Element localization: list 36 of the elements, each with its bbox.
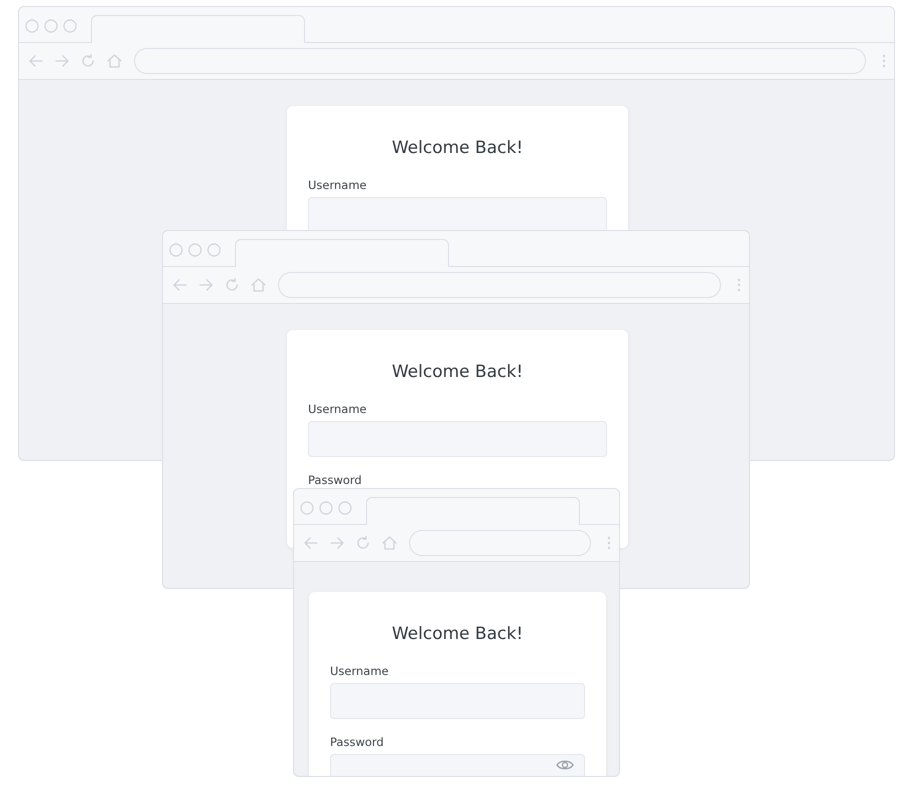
home-icon[interactable] bbox=[382, 536, 397, 550]
menu-icon[interactable] bbox=[882, 54, 886, 68]
back-arrow-icon[interactable] bbox=[29, 55, 43, 67]
window-controls-icon[interactable] bbox=[169, 243, 221, 257]
reload-icon[interactable] bbox=[356, 536, 370, 550]
reload-icon[interactable] bbox=[225, 278, 239, 292]
address-bar[interactable] bbox=[409, 530, 591, 556]
eye-icon[interactable] bbox=[556, 759, 574, 771]
window-controls-icon[interactable] bbox=[25, 19, 77, 33]
home-icon[interactable] bbox=[107, 54, 122, 68]
card-title: Welcome Back! bbox=[390, 138, 524, 158]
browser-tab[interactable] bbox=[235, 239, 449, 267]
back-arrow-icon[interactable] bbox=[173, 279, 187, 291]
forward-arrow-icon[interactable] bbox=[199, 279, 213, 291]
field-label: Username bbox=[330, 664, 389, 678]
field-label: Username bbox=[308, 178, 367, 192]
card-title: Welcome Back! bbox=[390, 362, 524, 382]
home-icon[interactable] bbox=[251, 278, 266, 292]
field-label: Password bbox=[308, 473, 362, 487]
field-label: Password bbox=[330, 735, 384, 749]
reload-icon[interactable] bbox=[81, 54, 95, 68]
card-title: Welcome Back! bbox=[390, 624, 524, 644]
browser-tab[interactable] bbox=[91, 15, 305, 43]
forward-arrow-icon[interactable] bbox=[55, 55, 69, 67]
menu-icon[interactable] bbox=[737, 278, 741, 292]
input-field[interactable] bbox=[308, 197, 607, 233]
back-arrow-icon[interactable] bbox=[304, 537, 318, 549]
address-bar[interactable] bbox=[134, 48, 866, 74]
browser-tab[interactable] bbox=[366, 497, 580, 525]
address-bar[interactable] bbox=[278, 272, 721, 298]
input-field[interactable] bbox=[308, 421, 607, 457]
window-controls-icon[interactable] bbox=[300, 501, 352, 515]
field-label: Username bbox=[308, 402, 367, 416]
menu-icon[interactable] bbox=[607, 536, 611, 550]
forward-arrow-icon[interactable] bbox=[330, 537, 344, 549]
input-field[interactable] bbox=[330, 683, 585, 719]
